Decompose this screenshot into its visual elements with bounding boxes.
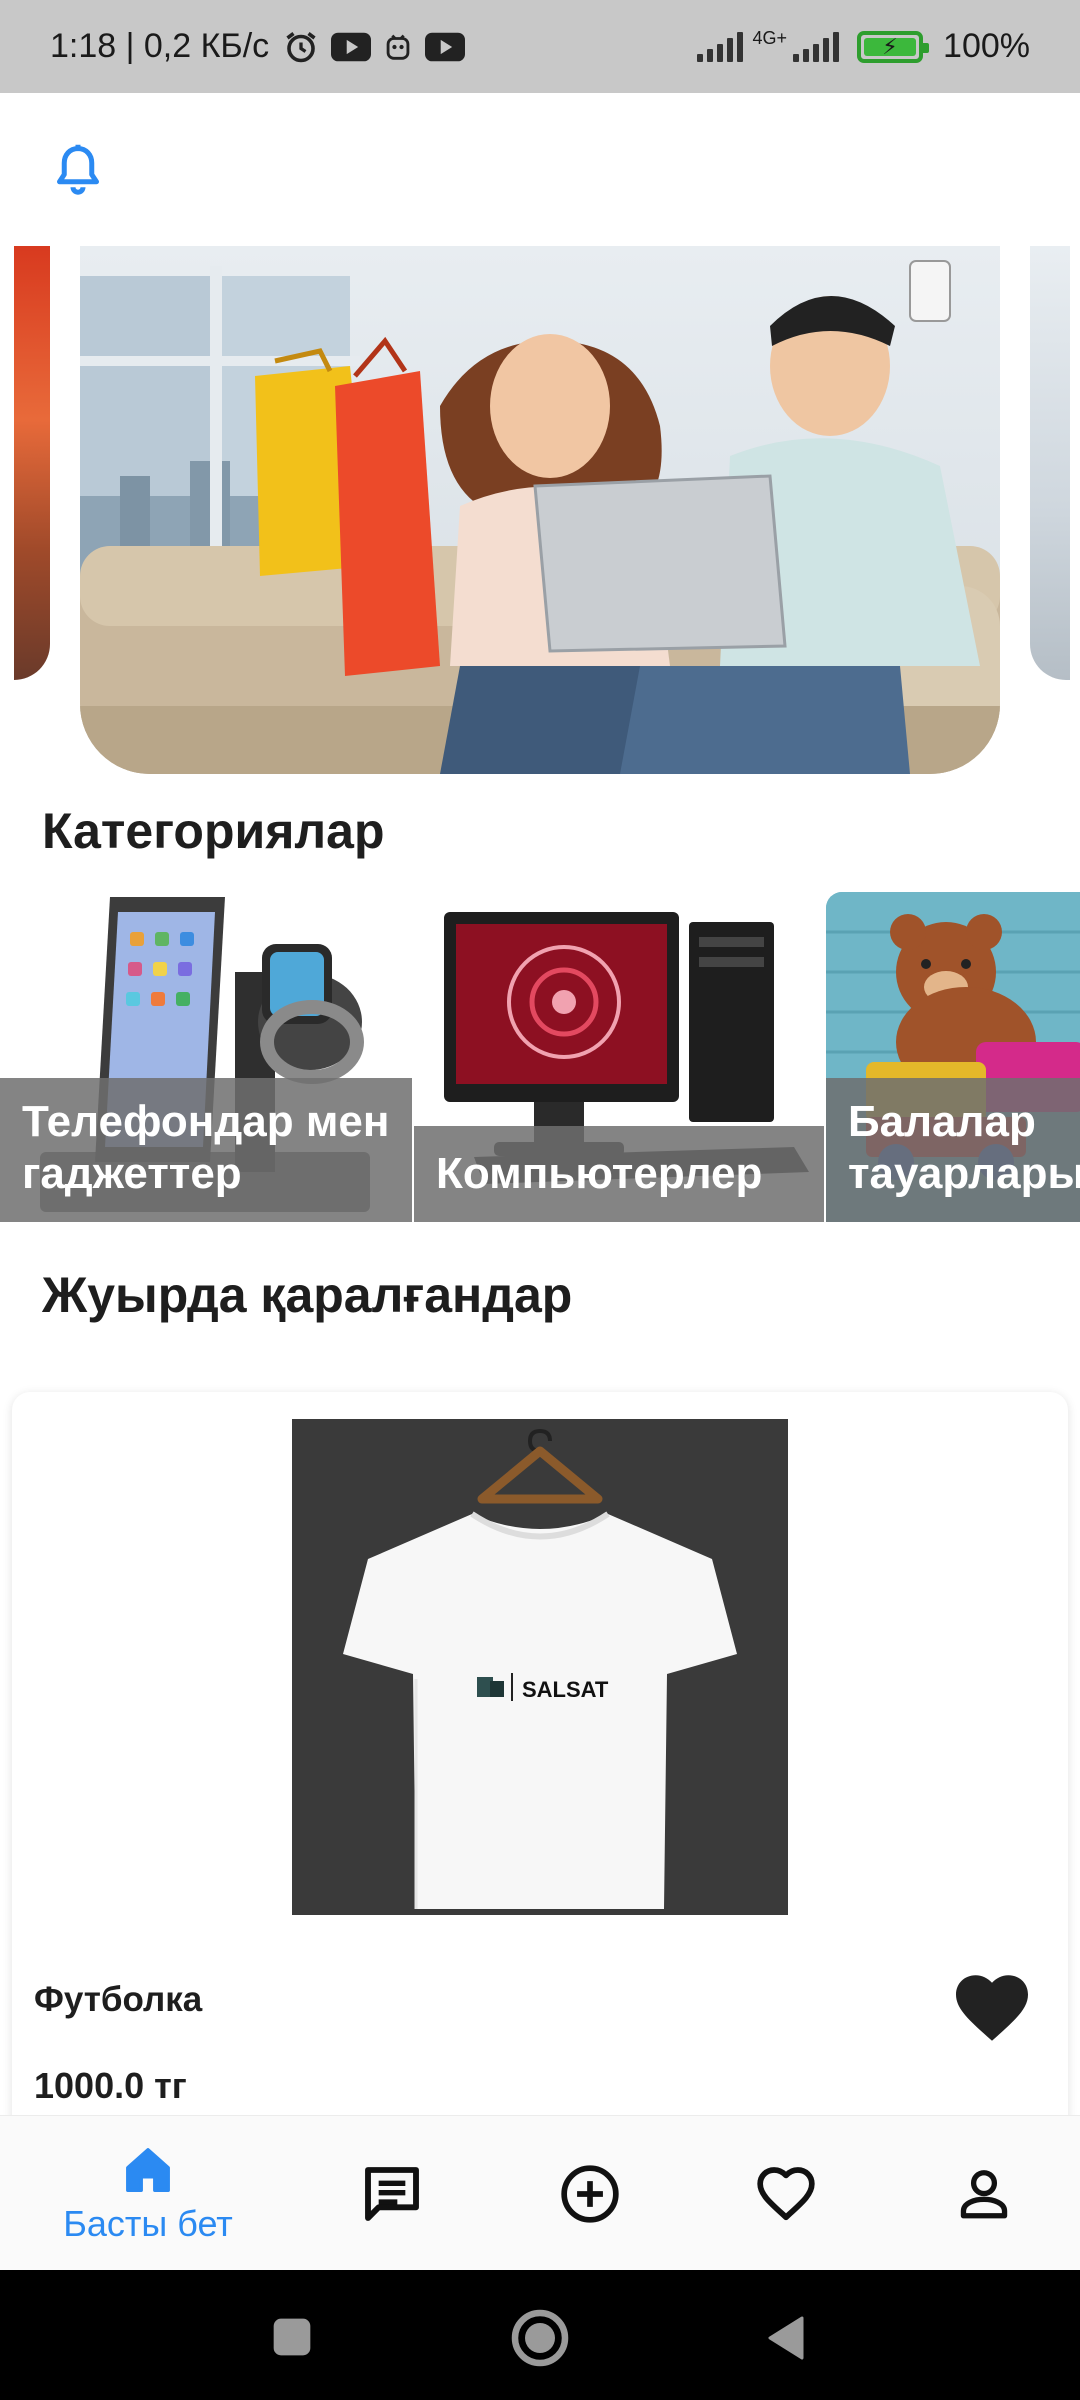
categories-list[interactable]: Телефондар мен гаджеттер Компьютерлер Ба…: [0, 892, 1080, 1222]
product-name: Футболка: [34, 1980, 203, 2019]
tshirt-logo-text: SALSAT: [522, 1677, 609, 1702]
back-triangle-icon[interactable]: [762, 2312, 810, 2364]
app-bar: [0, 93, 1080, 243]
bottom-navigation: Басты бет: [0, 2115, 1080, 2270]
youtube-icon: [331, 32, 372, 61]
android-robot-icon: [386, 34, 410, 60]
nav-home[interactable]: Басты бет: [28, 2116, 268, 2271]
battery-percentage: 100%: [943, 27, 1030, 65]
category-card-phones[interactable]: Телефондар мен гаджеттер: [0, 892, 412, 1222]
banner-slide-previous[interactable]: [14, 246, 50, 680]
nav-home-label: Басты бет: [63, 2202, 233, 2244]
home-icon: [126, 2147, 170, 2192]
category-card-kids[interactable]: Балалар тауарлары: [826, 892, 1080, 1222]
category-card-computers[interactable]: Компьютерлер: [414, 892, 824, 1222]
nav-profile[interactable]: [904, 2116, 1064, 2271]
tshirt-product-image: SALSAT: [292, 1419, 788, 1915]
nav-add[interactable]: [510, 2116, 670, 2271]
product-card[interactable]: SALSAT Футболка 1000.0 тг: [12, 1392, 1068, 2152]
add-circle-icon: [561, 2164, 619, 2223]
recents-square-icon[interactable]: [270, 2315, 314, 2359]
banner-slide-current[interactable]: [80, 246, 1000, 774]
recently-viewed-title: Жуырда қаралғандар: [42, 1267, 573, 1323]
youtube-icon-2: [425, 32, 466, 61]
signal-strength-icon-2: [793, 31, 840, 62]
banner-carousel[interactable]: [0, 246, 1080, 774]
category-label: Телефондар мен гаджеттер: [0, 1078, 412, 1222]
categories-title: Категориялар: [42, 803, 385, 859]
status-bar: 1:18 | 0,2 КБ/с 4G+ ⚡ 100%: [0, 0, 1080, 93]
category-label: Балалар тауарлары: [826, 1078, 1080, 1222]
banner-slide-next[interactable]: [1030, 246, 1070, 680]
status-time-speed: 1:18 | 0,2 КБ/с: [50, 27, 270, 65]
product-price: 1000.0 тг: [34, 2065, 187, 2106]
favorite-heart-icon[interactable]: [952, 1972, 1032, 2044]
shopping-couple-banner-image: [80, 246, 1000, 774]
signal-strength-icon: [696, 31, 743, 62]
nav-messages[interactable]: [312, 2116, 472, 2271]
bell-icon[interactable]: [48, 141, 108, 201]
network-type: 4G+: [752, 28, 788, 48]
system-navigation-bar: [0, 2270, 1080, 2400]
alarm-icon: [286, 31, 316, 62]
category-label: Компьютерлер: [414, 1126, 824, 1222]
person-icon: [960, 2169, 1008, 2218]
heart-outline-icon: [757, 2166, 815, 2220]
chat-icon: [365, 2166, 419, 2221]
nav-favorites[interactable]: [706, 2116, 866, 2271]
home-circle-icon[interactable]: [510, 2308, 570, 2368]
battery-icon: ⚡: [857, 30, 930, 63]
